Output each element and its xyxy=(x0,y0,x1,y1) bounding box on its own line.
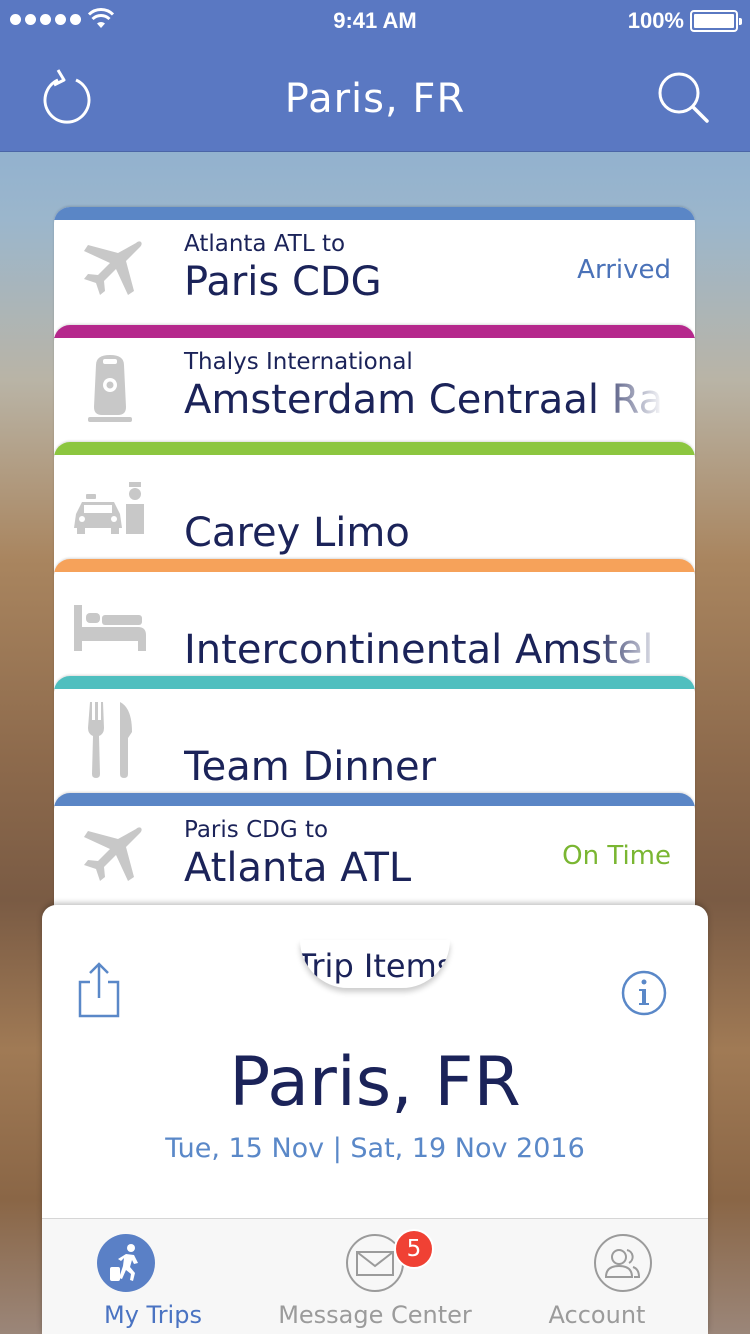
status-label: On Time xyxy=(562,841,671,871)
card-color-stripe xyxy=(54,325,695,338)
card-color-stripe xyxy=(54,207,695,220)
bed-icon xyxy=(74,605,146,651)
trip-items-tab-label: Trip Items xyxy=(300,947,450,985)
card-subtitle: Paris CDG to xyxy=(184,817,329,843)
person-icon xyxy=(594,1234,652,1292)
card-color-stripe xyxy=(54,676,695,689)
battery-icon xyxy=(690,10,742,32)
airplane-icon xyxy=(84,827,142,881)
battery-percentage: 100% xyxy=(627,8,684,33)
card-title: Intercontinental Amstel xyxy=(184,627,654,673)
share-button[interactable] xyxy=(74,960,124,1022)
tab-my-trips[interactable]: My Trips xyxy=(42,1219,264,1334)
train-icon xyxy=(88,355,132,422)
share-icon xyxy=(78,962,120,1018)
trip-item-card[interactable]: Team Dinner xyxy=(54,676,695,806)
trip-dates: Tue, 15 Nov | Sat, 19 Nov 2016 xyxy=(165,1133,585,1164)
tab-bar: My Trips Message Center Account 5 xyxy=(42,1218,708,1334)
trip-destination: Paris, FR xyxy=(229,1043,521,1122)
card-color-stripe xyxy=(54,559,695,572)
card-color-stripe xyxy=(54,442,695,455)
tab-account[interactable]: Account xyxy=(486,1219,708,1334)
trip-item-card[interactable]: Intercontinental Amstel xyxy=(54,559,695,689)
trip-item-card[interactable]: Thalys International Amsterdam Centraal … xyxy=(54,325,695,455)
search-button[interactable] xyxy=(654,68,714,128)
fork-knife-icon xyxy=(88,702,132,778)
trip-items-tab[interactable]: Trip Items xyxy=(300,940,450,988)
status-bar: 9:41 AM 100% xyxy=(0,0,750,40)
unread-message-badge: 5 xyxy=(394,1229,434,1269)
card-subtitle: Thalys International xyxy=(184,349,413,375)
trip-item-card[interactable]: Atlanta ATL to Paris CDG Arrived xyxy=(54,207,695,337)
airplane-icon xyxy=(84,241,142,295)
card-title: Carey Limo xyxy=(184,510,410,556)
trip-item-card[interactable]: Paris CDG to Atlanta ATL On Time xyxy=(54,793,695,923)
card-title: Team Dinner xyxy=(184,744,437,790)
navigation-bar: Paris, FR xyxy=(0,40,750,152)
info-button[interactable] xyxy=(620,969,668,1017)
trip-item-card[interactable]: Carey Limo xyxy=(54,442,695,572)
limo-icon xyxy=(74,482,144,534)
info-icon xyxy=(621,970,667,1016)
search-icon xyxy=(658,72,709,123)
tab-label: My Trips xyxy=(104,1301,202,1329)
tab-label: Account xyxy=(548,1301,646,1329)
card-title: Amsterdam Centraal Rail xyxy=(184,377,664,423)
card-color-stripe xyxy=(54,793,695,806)
status-label: Arrived xyxy=(577,255,671,285)
traveler-icon xyxy=(97,1234,155,1292)
tab-message-center[interactable]: Message Center xyxy=(264,1219,486,1334)
card-subtitle: Atlanta ATL to xyxy=(184,231,346,257)
page-title: Paris, FR xyxy=(284,76,466,122)
tab-label: Message Center xyxy=(278,1301,472,1329)
